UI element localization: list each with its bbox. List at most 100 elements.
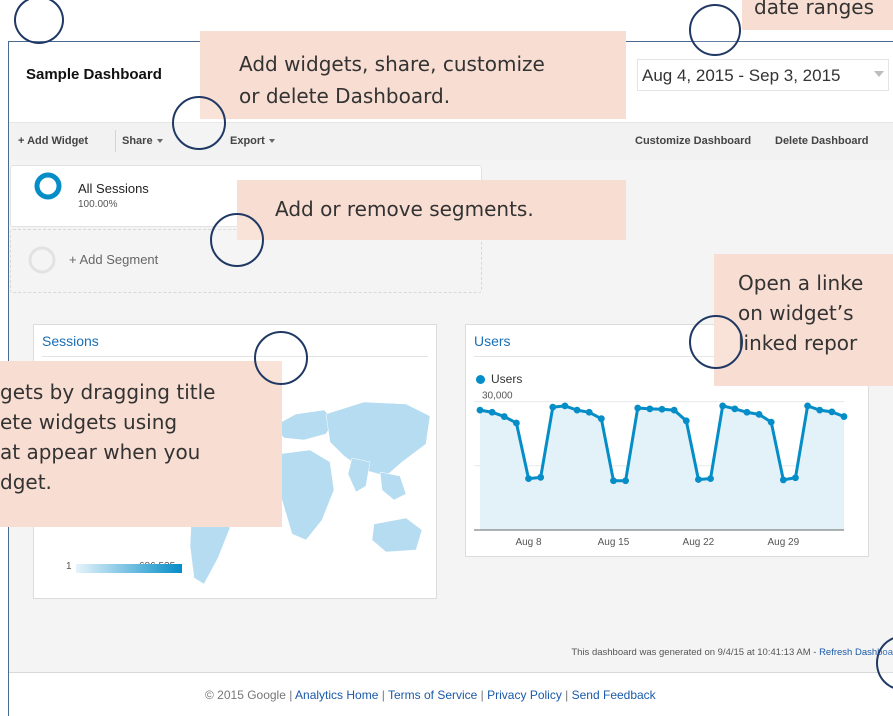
generated-note: This dashboard was generated on 9/4/15 a… [571, 647, 893, 658]
send-feedback-link[interactable]: Send Feedback [572, 688, 656, 702]
footer-divider [9, 672, 893, 673]
users-data-point[interactable] [634, 404, 642, 412]
x-tick-label: Aug 29 [767, 537, 799, 548]
add-segment-label: + Add Segment [69, 252, 159, 267]
callout-widgets: gets by dragging title ete widgets using… [0, 361, 282, 527]
callout-widgets-line3: at appear when you [0, 440, 201, 464]
footer-sep: | [378, 688, 388, 702]
users-data-point[interactable] [804, 402, 811, 410]
share-label: Share [122, 135, 153, 147]
segment-ring-icon [34, 172, 62, 200]
map-australia [371, 517, 423, 553]
users-data-point[interactable] [719, 402, 727, 410]
users-data-point[interactable] [646, 405, 654, 413]
users-data-point[interactable] [525, 475, 532, 483]
legend-label: Users [491, 372, 523, 386]
map-scale-min: 1 [66, 561, 72, 572]
sessions-widget-title[interactable]: Sessions [42, 333, 99, 349]
page-title: Sample Dashboard [26, 66, 162, 83]
users-data-point[interactable] [779, 476, 787, 484]
customize-dashboard-button[interactable]: Customize Dashboard [635, 135, 751, 147]
y-tick-label: 30,000 [482, 391, 513, 402]
export-menu[interactable]: Export [230, 135, 275, 147]
dashboard-toolbar: + Add Widget Share Export Customize Dash… [9, 122, 893, 162]
users-data-point[interactable] [682, 417, 690, 425]
caret-down-icon [268, 139, 275, 144]
callout-widgets-line1: gets by dragging title [0, 380, 216, 404]
map-india [347, 457, 371, 493]
copyright: © 2015 Google | [205, 688, 296, 702]
users-data-point[interactable] [816, 406, 824, 414]
empty-segment-ring-icon [28, 246, 56, 274]
marker-circle-date [689, 4, 741, 56]
callout-segments-text: Add or remove segments. [275, 197, 534, 221]
x-tick-label: Aug 15 [598, 537, 630, 548]
x-tick-label: Aug 8 [515, 537, 542, 548]
users-data-point[interactable] [622, 477, 629, 485]
date-range-label: Aug 4, 2015 - Sep 3, 2015 [642, 66, 841, 85]
users-data-point[interactable] [476, 406, 484, 414]
share-menu[interactable]: Share [122, 135, 163, 147]
footer-sep: | [477, 688, 488, 702]
legend-swatch [476, 375, 485, 384]
users-line-chart: 15,00030,000Aug 8Aug 15Aug 22Aug 29 [474, 391, 848, 548]
callout-linked-report-line2: on widget’s [738, 301, 854, 325]
users-data-point[interactable] [488, 408, 496, 416]
callout-dashboard-menu-line2: or delete Dashboard. [239, 84, 451, 108]
users-data-point[interactable] [500, 413, 508, 420]
users-data-point[interactable] [549, 403, 557, 411]
callout-dashboard-menu: Add widgets, share, customize or delete … [200, 31, 626, 119]
users-data-point[interactable] [707, 475, 714, 483]
privacy-policy-link[interactable]: Privacy Policy [487, 688, 562, 702]
users-data-point[interactable] [755, 411, 763, 418]
users-data-point[interactable] [792, 474, 799, 482]
users-data-point[interactable] [610, 477, 617, 485]
chevron-down-icon[interactable] [874, 71, 884, 77]
add-widget-button[interactable]: + Add Widget [18, 135, 88, 147]
export-label: Export [230, 135, 265, 147]
analytics-home-link[interactable]: Analytics Home [295, 688, 378, 702]
users-data-point[interactable] [585, 408, 593, 416]
users-data-point[interactable] [658, 405, 666, 413]
caret-down-icon [156, 139, 163, 144]
segment-percent: 100.00% [78, 199, 118, 210]
users-data-point[interactable] [597, 415, 605, 423]
callout-linked-report-line1: Open a linke [738, 271, 864, 295]
generated-text: This dashboard was generated on 9/4/15 a… [571, 647, 820, 658]
users-data-point[interactable] [828, 408, 836, 416]
callout-widgets-line2: ete widgets using [0, 410, 178, 434]
map-southeast-asia [379, 471, 407, 501]
users-data-point[interactable] [731, 405, 739, 413]
callout-linked-report-line3: linked repor [738, 331, 858, 355]
marker-circle-linked-report [689, 315, 743, 369]
map-europe [273, 409, 335, 441]
x-tick-label: Aug 22 [683, 537, 715, 548]
users-data-point[interactable] [537, 473, 545, 481]
users-widget-title[interactable]: Users [474, 333, 511, 349]
callout-date-ranges: date ranges [742, 0, 893, 30]
callout-widgets-line4: dget. [0, 470, 52, 494]
map-asia [325, 401, 431, 477]
marker-circle-toolbar [172, 96, 226, 150]
page-footer: © 2015 Google | Analytics Home | Terms o… [205, 688, 656, 702]
terms-of-service-link[interactable]: Terms of Service [388, 688, 477, 702]
dashboard-page: Sample Dashboard Aug 4, 2015 - Sep 3, 20… [0, 0, 893, 716]
users-area-fill [480, 405, 844, 530]
users-data-point[interactable] [840, 413, 848, 420]
users-data-point[interactable] [573, 406, 581, 414]
callout-segments: Add or remove segments. [237, 180, 626, 240]
date-range-picker[interactable]: Aug 4, 2015 - Sep 3, 2015 [637, 59, 889, 91]
toolbar-divider [115, 130, 116, 152]
marker-circle-widget [254, 331, 308, 385]
users-data-point[interactable] [513, 419, 520, 427]
marker-circle-title [14, 0, 64, 44]
segment-name: All Sessions [78, 181, 149, 196]
marker-circle-segments [210, 213, 264, 267]
users-data-point[interactable] [561, 402, 569, 410]
callout-linked-report: Open a linke on widget’s linked repor [714, 254, 893, 386]
users-data-point[interactable] [767, 418, 775, 426]
users-data-point[interactable] [670, 406, 678, 414]
delete-dashboard-button[interactable]: Delete Dashboard [775, 135, 869, 147]
users-data-point[interactable] [695, 476, 702, 483]
users-data-point[interactable] [743, 408, 751, 416]
